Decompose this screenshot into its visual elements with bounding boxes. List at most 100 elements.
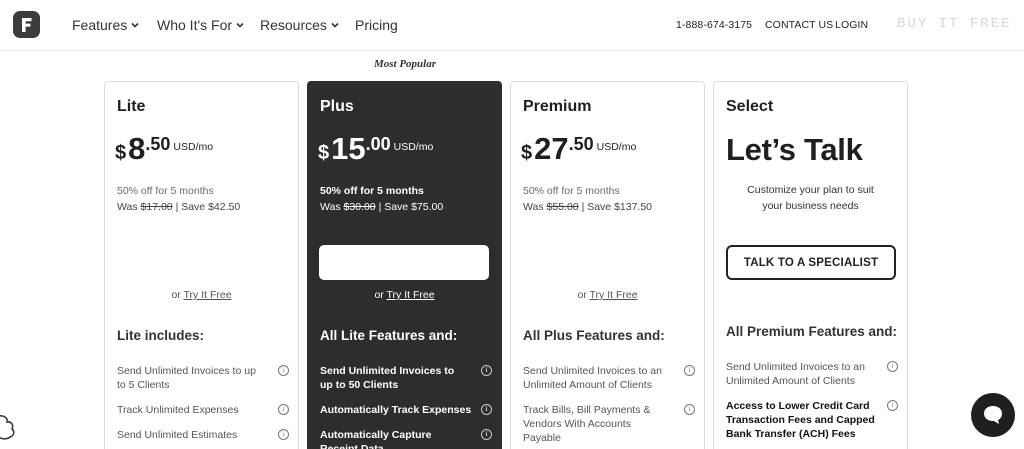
- plan-card-select: Select Let’s Talk Customize your plan to…: [713, 81, 908, 449]
- try-or: or: [577, 289, 590, 301]
- price-unit: USD/mo: [596, 141, 637, 153]
- includes-heading: All Lite Features and:: [320, 328, 458, 343]
- nav-pricing-label: Pricing: [355, 17, 398, 33]
- plan-price: $ 27 .50 USD/mo: [521, 132, 636, 166]
- plan-name: Select: [726, 98, 774, 115]
- feature-item: Transaction Fees and Capped Bank Transfe…: [726, 413, 904, 441]
- feature-text: Send Unlimited Invoices to an Unlimited …: [523, 365, 662, 391]
- nav-features-label: Features: [72, 17, 128, 33]
- feature-item: Send Unlimited Invoices to up to 5 Clien…: [117, 364, 295, 392]
- info-icon[interactable]: i: [887, 400, 898, 411]
- save-amount: | Save $75.00: [375, 201, 444, 213]
- info-icon[interactable]: i: [684, 365, 695, 376]
- was-prefix: Was: [320, 201, 344, 213]
- nav-features[interactable]: Features: [72, 17, 140, 33]
- includes-heading: All Premium Features and:: [726, 324, 898, 339]
- price-currency: $: [521, 142, 533, 164]
- was-price-line: Was $55.00 | Save $137.50: [523, 201, 652, 213]
- feature-item: Send Unlimited Invoices to up to 50 Clie…: [320, 364, 498, 392]
- nav-resources-label: Resources: [260, 17, 327, 33]
- price-cents: .00: [365, 134, 391, 154]
- phone-link[interactable]: 1-888-674-3175: [676, 19, 752, 31]
- chat-button[interactable]: [971, 393, 1015, 437]
- nav-pricing[interactable]: Pricing: [355, 17, 398, 33]
- top-nav: Features Who It's For Resources Pricing …: [0, 0, 1024, 51]
- feature-text: Send Unlimited Invoices to an Unlimited …: [726, 361, 865, 387]
- was-prefix: Was: [117, 201, 141, 213]
- info-icon[interactable]: i: [481, 429, 492, 440]
- chevron-down-icon: [236, 22, 244, 28]
- feature-text: Track Unlimited Expenses: [117, 404, 239, 416]
- plan-card-lite: Lite $ 8 .50 USD/mo 50% off for 5 months…: [104, 81, 299, 449]
- customize-line-1: Customize your plan to suit: [747, 184, 874, 196]
- was-price: $17.00: [140, 201, 173, 213]
- plan-price: $ 8 .50 USD/mo: [115, 132, 213, 166]
- plan-name: Plus: [320, 98, 354, 115]
- price-currency: $: [318, 142, 330, 164]
- try-or: or: [171, 289, 184, 301]
- save-amount: | Save $137.50: [578, 201, 653, 213]
- contact-us-link[interactable]: CONTACT US: [765, 19, 833, 31]
- buy-now-button[interactable]: [319, 245, 489, 280]
- most-popular-badge: Most Popular: [373, 58, 437, 70]
- plan-price: $ 15 .00 USD/mo: [318, 132, 433, 166]
- try-it-free-link[interactable]: Try It Free: [184, 289, 232, 301]
- cookie-icon[interactable]: [0, 414, 18, 444]
- discount-text: 50% off for 5 months: [320, 185, 424, 197]
- feature-text: Send Unlimited Invoices to up to 5 Clien…: [117, 365, 256, 391]
- price-cents: .50: [145, 134, 171, 154]
- plan-card-plus: Plus $ 15 .00 USD/mo 50% off for 5 month…: [307, 81, 502, 449]
- info-icon[interactable]: i: [684, 404, 695, 415]
- customize-line-2: your business needs: [762, 200, 859, 212]
- price-whole: 15: [331, 131, 366, 166]
- feature-item: Send Unlimited Estimates i: [117, 428, 295, 442]
- was-price: $55.00: [546, 201, 579, 213]
- feature-text: Automatically Capture Receipt Data: [320, 429, 432, 449]
- plan-name: Premium: [523, 98, 592, 115]
- was-price-line: Was $30.00 | Save $75.00: [320, 201, 443, 213]
- chat-bubble-icon: [984, 406, 1002, 424]
- discount-text: 50% off for 5 months: [523, 185, 620, 197]
- login-link[interactable]: LOGIN: [835, 19, 868, 31]
- price-cents: .50: [568, 134, 594, 154]
- was-prefix: Was: [523, 201, 547, 213]
- info-icon[interactable]: i: [481, 365, 492, 376]
- chevron-down-icon: [131, 22, 139, 28]
- nav-who-label: Who It's For: [157, 17, 233, 33]
- nav-resources[interactable]: Resources: [260, 17, 340, 33]
- feature-text: Send Unlimited Invoices to up to 50 Clie…: [320, 365, 455, 391]
- price-whole: 27: [534, 131, 569, 166]
- talk-to-specialist-button[interactable]: TALK TO A SPECIALIST: [726, 245, 896, 280]
- feature-item: Access to Lower Credit Card i: [726, 399, 904, 413]
- price-unit: USD/mo: [173, 141, 214, 153]
- save-amount: | Save $42.50: [172, 201, 241, 213]
- includes-heading: All Plus Features and:: [523, 328, 665, 343]
- info-icon[interactable]: i: [887, 361, 898, 372]
- feature-text: Transaction Fees and Capped Bank Transfe…: [726, 414, 875, 440]
- info-icon[interactable]: i: [278, 429, 289, 440]
- nav-who-its-for[interactable]: Who It's For: [157, 17, 245, 33]
- feature-item: Automatically Capture Receipt Data i: [320, 428, 498, 449]
- info-icon[interactable]: i: [278, 404, 289, 415]
- try-or: or: [374, 289, 387, 301]
- price-whole: 8: [128, 131, 146, 166]
- faded-nav-button[interactable]: BUY IT FREE: [897, 16, 1011, 32]
- freshbooks-logo-icon[interactable]: [13, 11, 40, 38]
- info-icon[interactable]: i: [481, 404, 492, 415]
- try-free-line: or Try It Free: [308, 289, 501, 301]
- includes-heading: Lite includes:: [117, 328, 205, 343]
- try-it-free-link[interactable]: Try It Free: [590, 289, 638, 301]
- plan-card-premium: Premium $ 27 .50 USD/mo 50% off for 5 mo…: [510, 81, 705, 449]
- try-free-line: or Try It Free: [511, 289, 704, 301]
- try-free-line: or Try It Free: [105, 289, 298, 301]
- chevron-down-icon: [331, 22, 339, 28]
- discount-text: 50% off for 5 months: [117, 185, 214, 197]
- try-it-free-link[interactable]: Try It Free: [387, 289, 435, 301]
- price-currency: $: [115, 142, 127, 164]
- price-unit: USD/mo: [393, 141, 434, 153]
- feature-text: Track Bills, Bill Payments & Vendors Wit…: [523, 404, 651, 444]
- feature-item: Track Unlimited Expenses i: [117, 403, 295, 417]
- info-icon[interactable]: i: [278, 365, 289, 376]
- feature-item: Send Unlimited Invoices to an Unlimited …: [726, 360, 904, 388]
- customize-text: Customize your plan to suit your busines…: [714, 182, 907, 214]
